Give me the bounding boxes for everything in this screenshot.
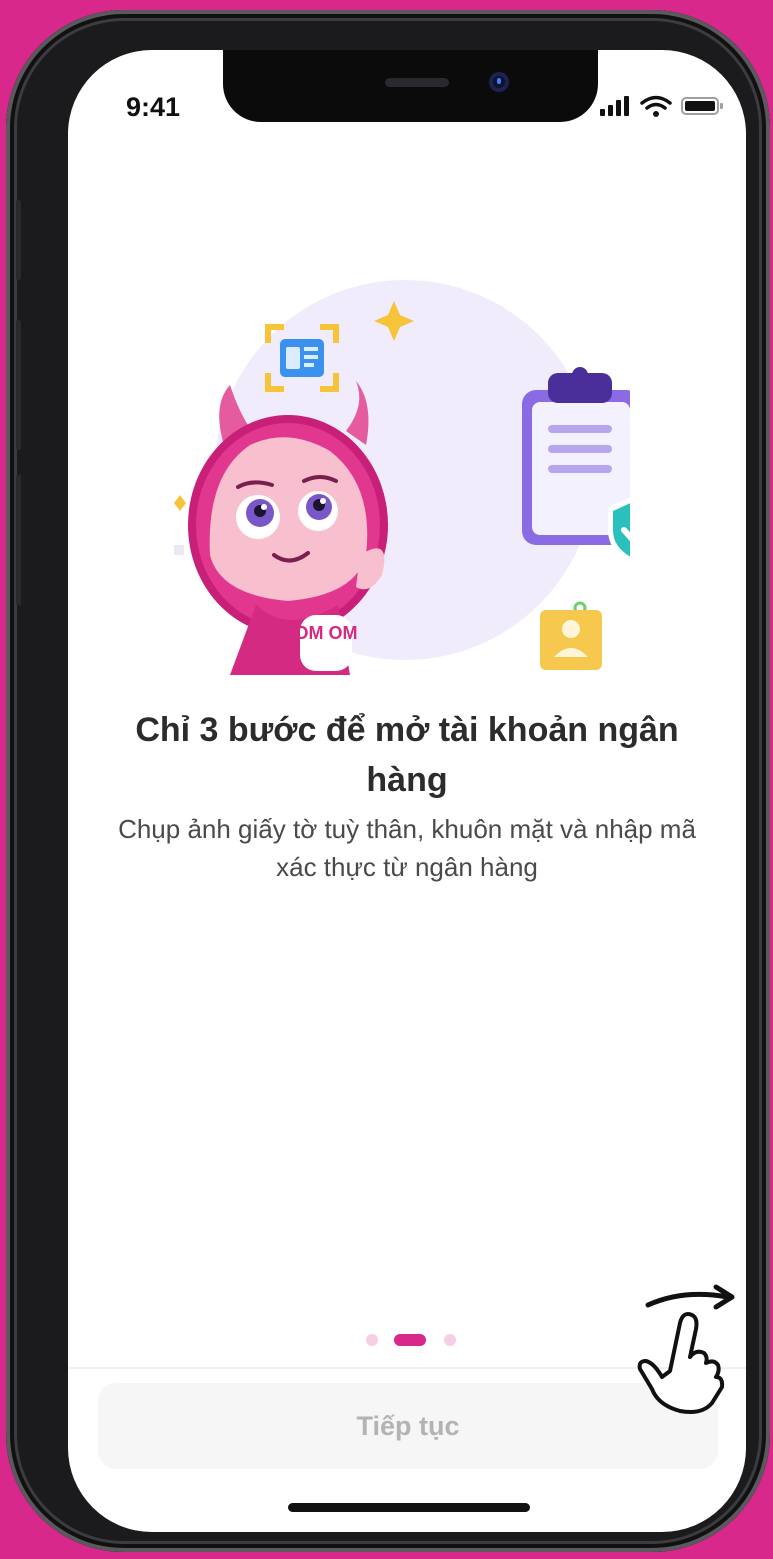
sparkle-icon: [174, 495, 186, 511]
status-time: 9:41: [126, 92, 181, 122]
person-card-icon: [540, 610, 602, 670]
volume-down-button: [16, 475, 21, 605]
page-dot-2-active: [394, 1334, 426, 1346]
home-indicator: [288, 1503, 530, 1512]
battery-icon: [681, 97, 723, 115]
mascot-badge-text: OM OM: [295, 623, 358, 643]
continue-button[interactable]: Tiếp tục: [98, 1383, 718, 1469]
onboarding-title: Chỉ 3 bước để mở tài khoản ngân hàng: [135, 711, 679, 799]
front-camera-icon: [489, 72, 509, 92]
swipe-hand-icon: [637, 1284, 735, 1414]
earpiece: [385, 78, 449, 87]
volume-up-button: [16, 320, 21, 450]
onboarding-subtitle: Chụp ảnh giấy tờ tuỳ thân, khuôn mặt và …: [118, 814, 696, 882]
page-dot-1: [366, 1334, 378, 1346]
status-icons: [600, 95, 723, 117]
page-indicator: [358, 1332, 458, 1348]
wifi-icon: [640, 95, 672, 117]
cellular-signal-icon: [600, 96, 629, 116]
silent-switch: [16, 200, 21, 280]
page-dot-3: [444, 1334, 456, 1346]
notch: [223, 50, 598, 122]
onboarding-illustration: OM OM: [174, 280, 630, 675]
